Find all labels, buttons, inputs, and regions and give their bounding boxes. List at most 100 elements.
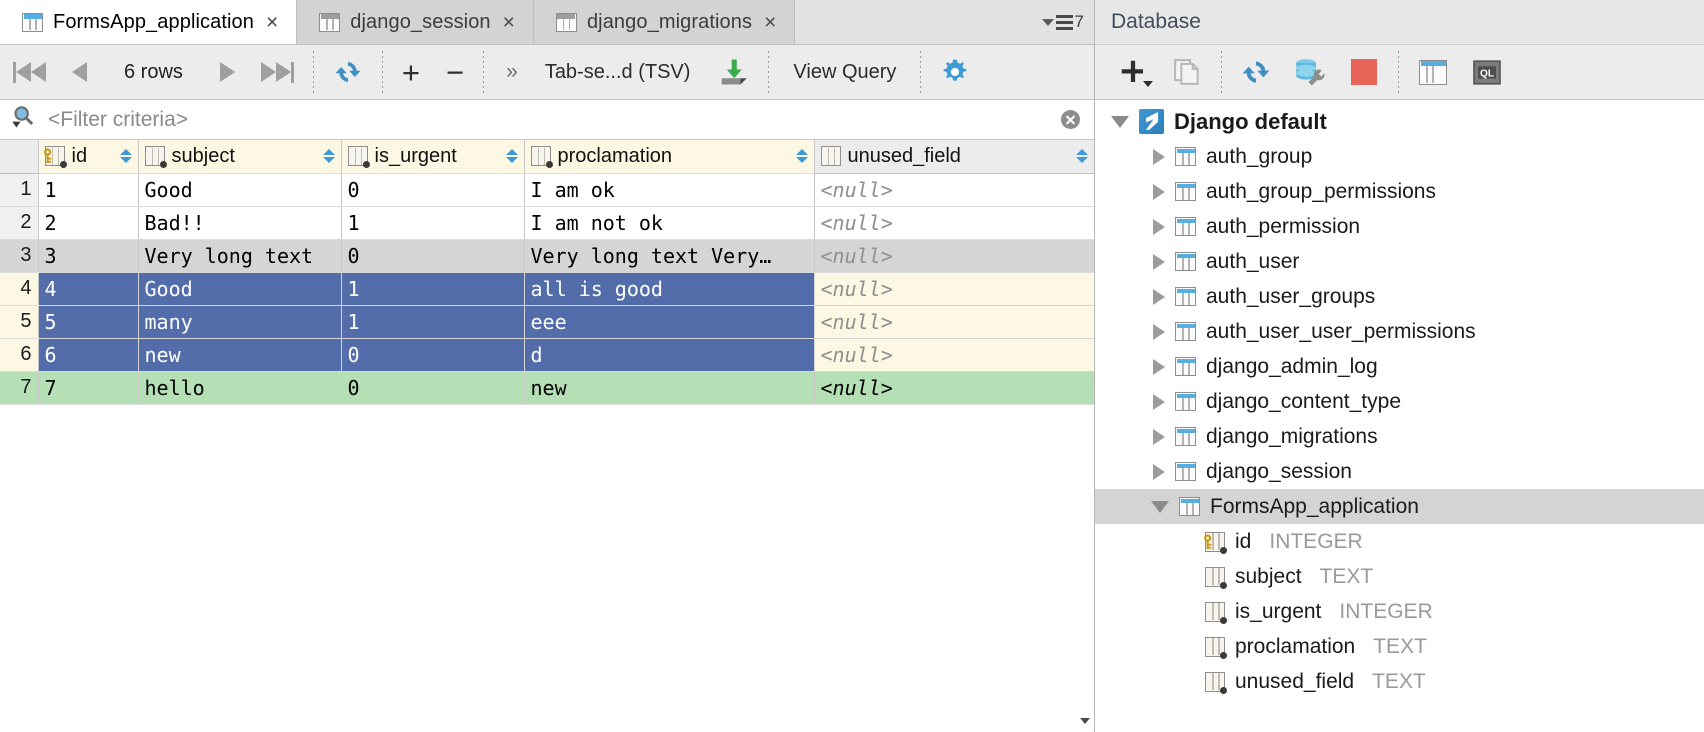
filter-input[interactable]: <Filter criteria> [48, 108, 188, 132]
table-row[interactable]: 3 3 Very long text 0 Very long text Very… [0, 239, 1094, 272]
stop-button[interactable] [1338, 49, 1390, 95]
chevron-right-icon[interactable] [1153, 149, 1165, 165]
column-header-is-urgent[interactable]: is_urgent [341, 140, 524, 173]
last-page-button[interactable] [248, 45, 307, 100]
sort-icon[interactable] [323, 149, 335, 163]
cell-unused-field[interactable]: <null> [814, 305, 1094, 338]
add-row-button[interactable]: + [389, 45, 433, 100]
cell-unused-field[interactable]: <null> [814, 206, 1094, 239]
close-icon[interactable]: × [264, 12, 280, 33]
tree-node-column-unused-field[interactable]: unused_field TEXT [1095, 664, 1704, 699]
cell-id[interactable]: 7 [38, 371, 138, 404]
close-icon[interactable]: × [762, 12, 778, 33]
cell-unused-field[interactable]: <null> [814, 272, 1094, 305]
clear-filter-icon[interactable] [1061, 110, 1080, 129]
output-format-label[interactable]: Tab-se...d (TSV) [531, 61, 705, 84]
filter-bar[interactable]: <Filter criteria> [0, 100, 1094, 140]
cell-subject[interactable]: Good [138, 272, 341, 305]
chevron-down-icon[interactable] [1111, 116, 1129, 128]
chevron-right-icon[interactable] [1153, 464, 1165, 480]
data-settings-button[interactable] [927, 45, 983, 100]
reload-page-button[interactable] [320, 45, 376, 100]
sort-icon[interactable] [1076, 149, 1088, 163]
editor-tab-django-migrations[interactable]: django_migrations × [534, 0, 795, 44]
cell-subject[interactable]: Bad!! [138, 206, 341, 239]
cell-proclamation[interactable]: all is good [524, 272, 814, 305]
tree-node-auth-group-permissions[interactable]: auth_group_permissions [1095, 174, 1704, 209]
tree-node-column-proclamation[interactable]: proclamation TEXT [1095, 629, 1704, 664]
tree-node-django-content-type[interactable]: django_content_type [1095, 384, 1704, 419]
sort-icon[interactable] [796, 149, 808, 163]
expand-toolbar-button[interactable]: » [490, 60, 531, 84]
editor-tab-formsapp-application[interactable]: FormsApp_application × [0, 0, 297, 44]
duplicate-button[interactable] [1161, 49, 1213, 95]
table-row[interactable]: 6 6 new 0 d <null> [0, 338, 1094, 371]
column-header-proclamation[interactable]: proclamation [524, 140, 814, 173]
cell-unused-field[interactable]: <null> [814, 371, 1094, 404]
chevron-right-icon[interactable] [1153, 289, 1165, 305]
cell-is-urgent[interactable]: 1 [341, 305, 524, 338]
cell-id[interactable]: 5 [38, 305, 138, 338]
cell-proclamation[interactable]: I am not ok [524, 206, 814, 239]
cell-is-urgent[interactable]: 1 [341, 206, 524, 239]
tree-node-auth-user-groups[interactable]: auth_user_groups [1095, 279, 1704, 314]
tree-node-column-id[interactable]: id INTEGER [1095, 524, 1704, 559]
cell-proclamation[interactable]: Very long text Very… [524, 239, 814, 272]
view-query-button[interactable]: View Query [775, 61, 914, 84]
tree-node-auth-group[interactable]: auth_group [1095, 139, 1704, 174]
table-row[interactable]: 2 2 Bad!! 1 I am not ok <null> [0, 206, 1094, 239]
add-datasource-button[interactable] [1107, 49, 1159, 95]
cell-proclamation[interactable]: I am ok [524, 173, 814, 206]
cell-is-urgent[interactable]: 0 [341, 371, 524, 404]
tree-node-django-migrations[interactable]: django_migrations [1095, 419, 1704, 454]
tree-node-auth-user-user-permissions[interactable]: auth_user_user_permissions [1095, 314, 1704, 349]
table-row[interactable]: 7 7 hello 0 new <null> [0, 371, 1094, 404]
cell-subject[interactable]: Very long text [138, 239, 341, 272]
refresh-button[interactable] [1230, 49, 1282, 95]
table-row[interactable]: 4 4 Good 1 all is good <null> [0, 272, 1094, 305]
chevron-down-icon[interactable] [1151, 501, 1169, 513]
cell-proclamation[interactable]: new [524, 371, 814, 404]
tree-node-django-default[interactable]: Django default [1095, 104, 1704, 139]
delete-row-button[interactable]: − [433, 45, 477, 100]
cell-unused-field[interactable]: <null> [814, 239, 1094, 272]
datasource-properties-button[interactable] [1284, 49, 1336, 95]
chevron-right-icon[interactable] [1153, 429, 1165, 445]
sort-icon[interactable] [506, 149, 518, 163]
tree-node-column-is-urgent[interactable]: is_urgent INTEGER [1095, 594, 1704, 629]
cell-proclamation[interactable]: eee [524, 305, 814, 338]
cell-id[interactable]: 4 [38, 272, 138, 305]
close-icon[interactable]: × [501, 12, 517, 33]
table-row[interactable]: 1 1 Good 0 I am ok <null> [0, 173, 1094, 206]
cell-subject[interactable]: many [138, 305, 341, 338]
column-header-unused-field[interactable]: unused_field [814, 140, 1094, 173]
cell-is-urgent[interactable]: 0 [341, 338, 524, 371]
chevron-right-icon[interactable] [1153, 254, 1165, 270]
chevron-right-icon[interactable] [1153, 184, 1165, 200]
chevron-right-icon[interactable] [1153, 359, 1165, 375]
cell-is-urgent[interactable]: 0 [341, 239, 524, 272]
cell-id[interactable]: 1 [38, 173, 138, 206]
cell-subject[interactable]: hello [138, 371, 341, 404]
tree-node-column-subject[interactable]: subject TEXT [1095, 559, 1704, 594]
tab-overflow-button[interactable]: 7 [1036, 0, 1094, 44]
open-console-button[interactable]: QL [1461, 49, 1513, 95]
cell-proclamation[interactable]: d [524, 338, 814, 371]
cell-subject[interactable]: Good [138, 173, 341, 206]
tree-node-auth-permission[interactable]: auth_permission [1095, 209, 1704, 244]
chevron-right-icon[interactable] [1153, 394, 1165, 410]
editor-tab-django-session[interactable]: django_session × [297, 0, 534, 44]
chevron-right-icon[interactable] [1153, 324, 1165, 340]
previous-page-button[interactable] [59, 45, 100, 100]
tree-node-formsapp-application[interactable]: FormsApp_application [1095, 489, 1704, 524]
cell-id[interactable]: 3 [38, 239, 138, 272]
cell-is-urgent[interactable]: 0 [341, 173, 524, 206]
cell-id[interactable]: 2 [38, 206, 138, 239]
next-page-button[interactable] [207, 45, 248, 100]
cell-id[interactable]: 6 [38, 338, 138, 371]
column-header-subject[interactable]: subject [138, 140, 341, 173]
tree-node-django-admin-log[interactable]: django_admin_log [1095, 349, 1704, 384]
table-row[interactable]: 5 5 many 1 eee <null> [0, 305, 1094, 338]
export-to-file-button[interactable] [704, 45, 762, 100]
sort-icon[interactable] [120, 149, 132, 163]
